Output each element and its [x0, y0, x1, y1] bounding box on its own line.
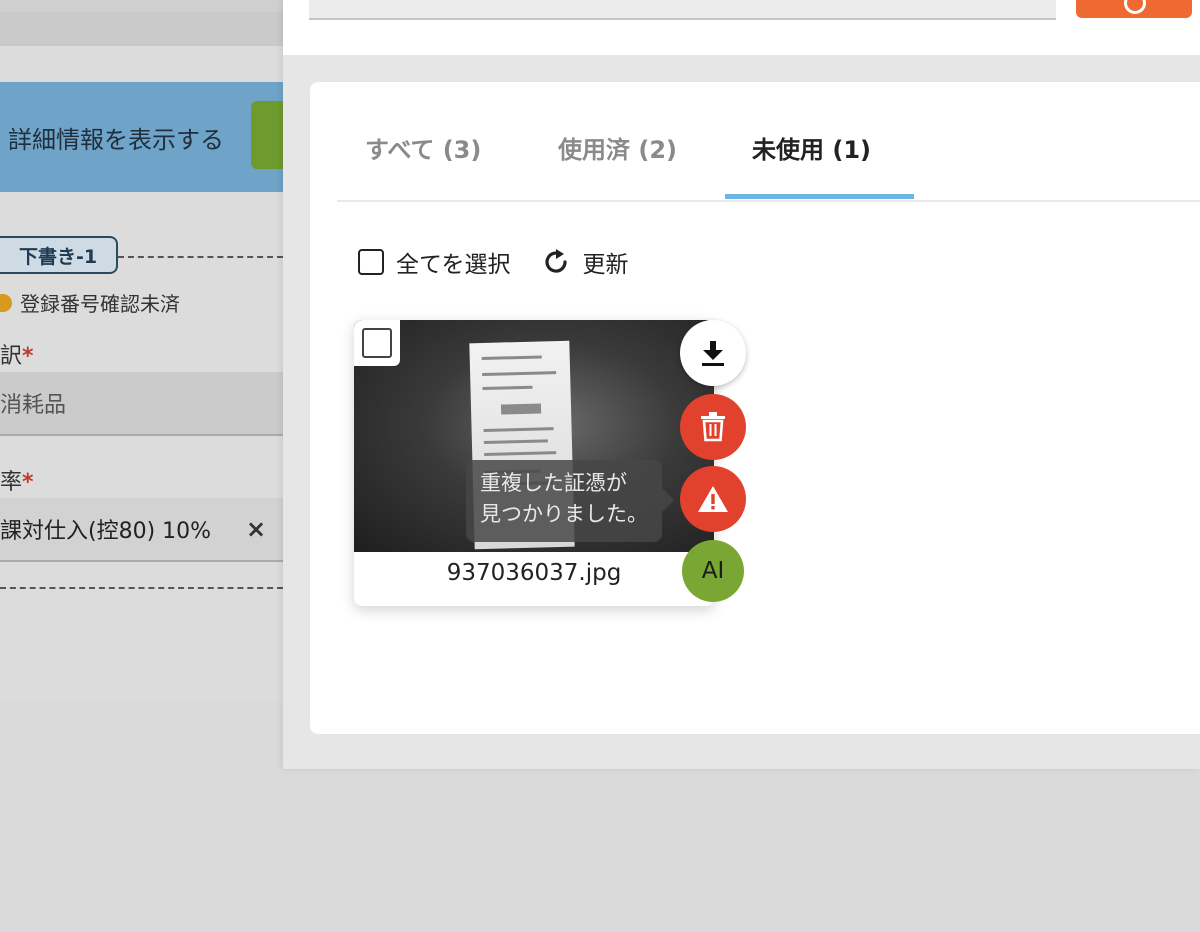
tab-all[interactable]: すべて (3)	[365, 130, 481, 165]
registration-status-text: 登録番号確認未済	[20, 292, 180, 316]
warning-icon	[698, 486, 728, 512]
file-name: 937036037.jpg	[446, 560, 622, 586]
refresh-icon[interactable]	[541, 247, 571, 277]
download-icon	[702, 341, 724, 366]
clear-icon[interactable]: ×	[246, 515, 266, 543]
file-panel: すべて (3) 使用済 (2) 未使用 (1) 全てを選択 更新 重複した証憑が…	[310, 82, 1200, 734]
account-field[interactable]: 消耗品	[0, 372, 283, 436]
active-tab-indicator	[725, 194, 914, 199]
tooltip-arrow	[662, 488, 674, 512]
ai-button[interactable]: AI	[682, 540, 744, 602]
required-mark: *	[22, 344, 34, 369]
status-dot-icon	[0, 293, 12, 312]
upload-button[interactable]	[1076, 0, 1192, 18]
file-toolbar: 全てを選択 更新	[358, 242, 629, 282]
tooltip-line-2: 見つかりました。	[480, 502, 648, 526]
tax-field-value: 課対仕入(控80) 10%	[0, 519, 212, 544]
account-label-text: 訳	[0, 344, 23, 369]
delete-button[interactable]	[680, 394, 746, 460]
section-divider	[0, 587, 283, 589]
draft-badge: 下書き-1	[0, 236, 118, 274]
required-mark: *	[22, 470, 34, 495]
duplicate-warning-tooltip: 重複した証憑が 見つかりました。	[466, 460, 674, 542]
receipt-thumbnail[interactable]: 重複した証憑が 見つかりました。	[354, 320, 714, 552]
evidence-modal: すべて (3) 使用済 (2) 未使用 (1) 全てを選択 更新 重複した証憑が…	[283, 0, 1200, 769]
modal-search-field[interactable]	[309, 0, 1056, 20]
draft-divider	[118, 256, 283, 258]
tax-label: 率*	[0, 464, 34, 496]
file-card[interactable]: 重複した証憑が 見つかりました。 937036037.jpg AI	[354, 320, 746, 606]
download-button[interactable]	[680, 320, 746, 386]
account-field-value: 消耗品	[0, 393, 67, 418]
duplicate-warning-button[interactable]	[680, 466, 746, 532]
modal-header	[283, 0, 1200, 55]
checkbox-box	[362, 328, 392, 358]
show-details-label: 詳細情報を表示する	[8, 125, 224, 154]
select-all-label[interactable]: 全てを選択	[396, 245, 511, 279]
registration-status: 登録番号確認未済	[0, 288, 180, 317]
background-form: 詳細情報を表示する 下書き-1 登録番号確認未済 訳* 消耗品 率* 課対仕入(…	[0, 0, 283, 702]
tab-unused[interactable]: 未使用 (1)	[752, 130, 871, 165]
tax-field[interactable]: 課対仕入(控80) 10% ×	[0, 498, 283, 562]
select-all-checkbox[interactable]	[358, 249, 384, 275]
show-details-bar[interactable]: 詳細情報を表示する	[0, 82, 283, 192]
ai-label: AI	[701, 558, 725, 584]
file-select-checkbox[interactable]	[354, 320, 400, 366]
upload-icon	[1124, 0, 1146, 14]
tax-label-text: 率	[0, 470, 23, 495]
trash-icon	[701, 412, 725, 442]
tooltip-line-1: 重複した証憑が	[480, 471, 627, 495]
account-label: 訳*	[0, 338, 34, 370]
refresh-label[interactable]: 更新	[583, 245, 629, 279]
tab-used[interactable]: 使用済 (2)	[558, 130, 677, 165]
background-strip	[0, 12, 283, 46]
file-tabs: すべて (3) 使用済 (2) 未使用 (1)	[337, 82, 1200, 202]
background-topbar	[0, 0, 283, 12]
